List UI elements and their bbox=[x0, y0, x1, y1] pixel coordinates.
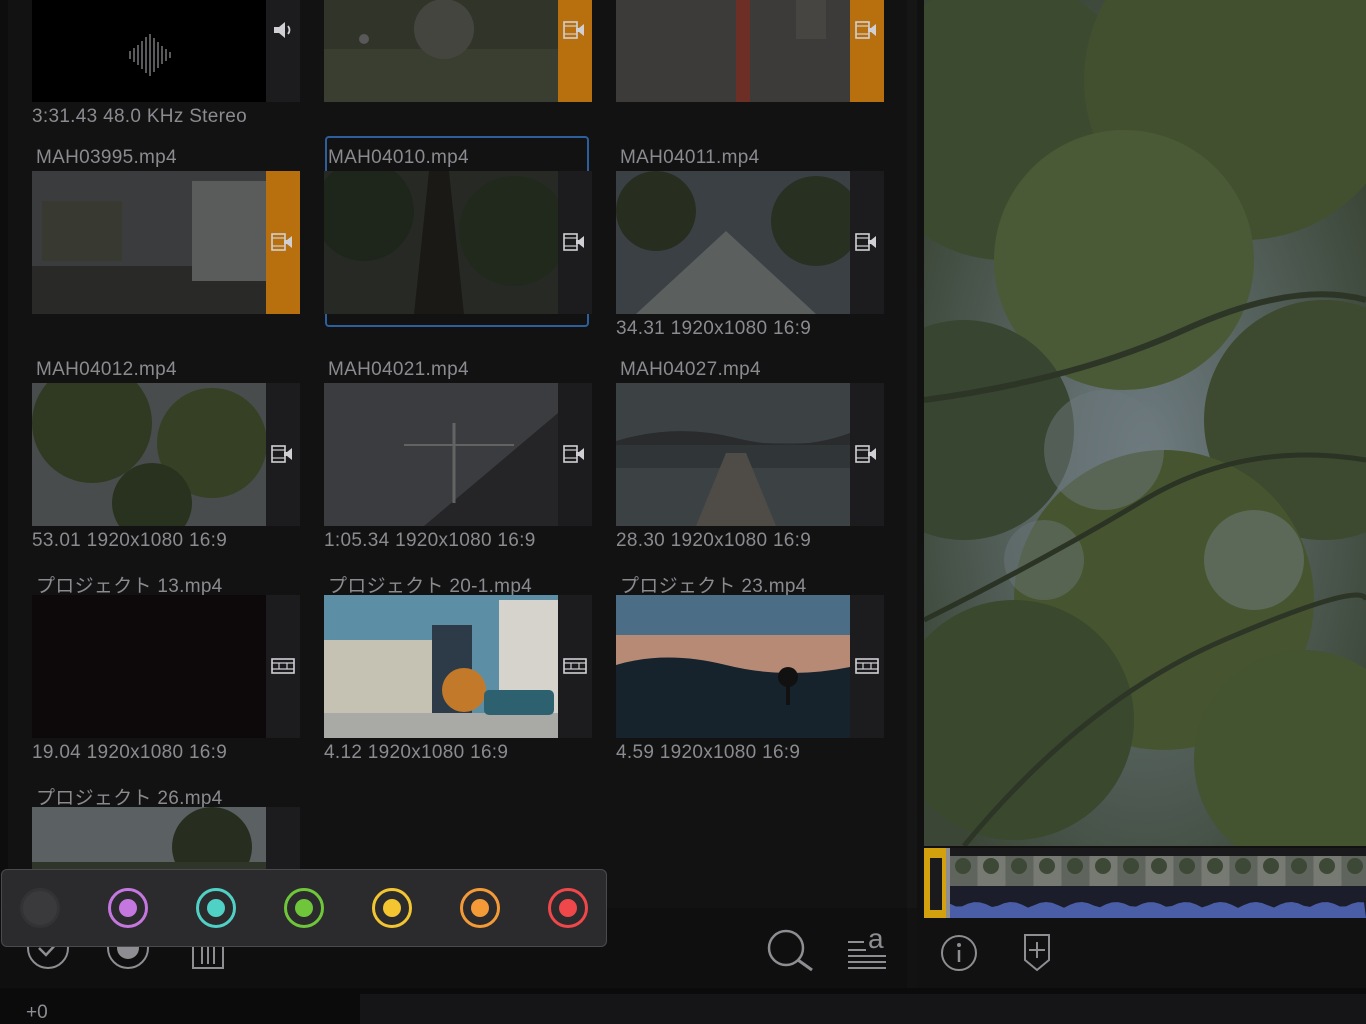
clip-item[interactable]: プロジェクト 13.mp4 19.04 1920x1080 16:9 bbox=[32, 571, 300, 763]
clip-item[interactable]: MAH04021.mp4 1:05.34 1920x1080 16:9 bbox=[324, 359, 592, 551]
clip-type-badge bbox=[850, 171, 884, 314]
viewer-frame bbox=[924, 0, 1366, 846]
color-swatch-none[interactable] bbox=[20, 888, 60, 928]
clip-thumbnail[interactable] bbox=[324, 171, 558, 314]
clip-thumbnail[interactable] bbox=[32, 383, 266, 526]
color-swatch-purple[interactable] bbox=[108, 888, 148, 928]
status-track bbox=[360, 994, 1366, 1024]
clip-type-badge bbox=[558, 595, 592, 738]
clip-thumbnail[interactable] bbox=[616, 383, 850, 526]
clip-item[interactable]: MAH04012.mp4 53.01 1920x1080 16:9 bbox=[32, 359, 300, 551]
color-dot bbox=[383, 899, 401, 917]
clip-type-badge bbox=[850, 595, 884, 738]
add-marker-icon[interactable] bbox=[1022, 932, 1052, 972]
clip-meta: 19.04 1920x1080 16:9 bbox=[32, 742, 228, 763]
color-dot bbox=[559, 899, 577, 917]
clip-meta: 28.30 1920x1080 16:9 bbox=[616, 530, 812, 551]
color-swatch-yellow[interactable] bbox=[372, 888, 412, 928]
color-swatch-red[interactable] bbox=[548, 888, 588, 928]
clip-browser: 3:31.43 48.0 KHz Stereo MAH03995.mp4 MAH04… bbox=[0, 0, 917, 988]
playhead[interactable] bbox=[946, 848, 950, 918]
clip-thumbnail[interactable] bbox=[324, 0, 558, 102]
sort-text-icon[interactable]: a bbox=[846, 924, 890, 970]
clip-thumbnail[interactable] bbox=[616, 0, 850, 102]
clip-name: プロジェクト 20-1.mp4 bbox=[328, 576, 533, 597]
search-icon[interactable] bbox=[766, 928, 816, 972]
clip-meta: 1:05.34 1920x1080 16:9 bbox=[324, 530, 536, 551]
clip-item[interactable]: MAH04027.mp4 28.30 1920x1080 16:9 bbox=[616, 359, 884, 551]
svg-text:a: a bbox=[868, 924, 884, 954]
clip-item[interactable]: MAH03995.mp4 bbox=[32, 147, 300, 337]
clip-item[interactable] bbox=[324, 0, 592, 125]
clip-item[interactable]: プロジェクト 20-1.mp4 4.12 1920x1080 16:9 bbox=[324, 571, 592, 763]
clip-name: MAH04011.mp4 bbox=[620, 147, 760, 168]
browser-edge bbox=[0, 0, 8, 988]
clip-meta: 34.31 1920x1080 16:9 bbox=[616, 318, 812, 339]
clip-type-badge bbox=[850, 0, 884, 102]
clip-type-badge bbox=[850, 383, 884, 526]
info-icon[interactable] bbox=[940, 934, 978, 972]
clip-thumbnail[interactable] bbox=[32, 595, 266, 738]
clip-meta: 53.01 1920x1080 16:9 bbox=[32, 530, 228, 551]
clip-type-badge bbox=[266, 383, 300, 526]
color-dot bbox=[207, 899, 225, 917]
clip-thumbnail[interactable] bbox=[616, 595, 850, 738]
status-bar: +0 bbox=[0, 988, 1366, 1024]
viewer-controls bbox=[924, 918, 1366, 988]
clip-type-badge bbox=[558, 0, 592, 102]
clip-type-badge bbox=[558, 383, 592, 526]
clip-name: プロジェクト 23.mp4 bbox=[620, 576, 807, 597]
clip-thumbnail[interactable] bbox=[32, 0, 266, 102]
color-swatch-teal[interactable] bbox=[196, 888, 236, 928]
color-dot bbox=[119, 899, 137, 917]
clip-item[interactable]: プロジェクト 23.mp4 4.59 1920x1080 16:9 bbox=[616, 571, 884, 763]
clip-type-badge bbox=[558, 171, 592, 314]
clip-meta: 4.12 1920x1080 16:9 bbox=[324, 742, 509, 763]
clip-thumbnail[interactable] bbox=[324, 383, 558, 526]
clip-type-badge bbox=[266, 595, 300, 738]
clip-meta: 3:31.43 48.0 KHz Stereo bbox=[32, 106, 247, 127]
color-swatch-green[interactable] bbox=[284, 888, 324, 928]
color-dot bbox=[295, 899, 313, 917]
timeline-scrubber[interactable] bbox=[924, 848, 1366, 918]
clip-meta: 4.59 1920x1080 16:9 bbox=[616, 742, 801, 763]
clip-name: MAH04027.mp4 bbox=[620, 359, 761, 380]
color-dot bbox=[471, 899, 489, 917]
clip-name: MAH04021.mp4 bbox=[328, 359, 469, 380]
browser-scrollbar[interactable] bbox=[907, 0, 917, 908]
clip-name: MAH04010.mp4 bbox=[328, 147, 469, 168]
clip-thumbnail[interactable] bbox=[616, 171, 850, 314]
clip-type-badge bbox=[266, 0, 300, 102]
clip-name: プロジェクト 26.mp4 bbox=[36, 788, 223, 809]
timeline-filmstrip bbox=[924, 848, 1366, 918]
clip-thumbnail[interactable] bbox=[32, 171, 266, 314]
color-swatch-orange[interactable] bbox=[460, 888, 500, 928]
clip-name: MAH03995.mp4 bbox=[36, 147, 177, 168]
clip-thumbnail[interactable] bbox=[324, 595, 558, 738]
clip-name: プロジェクト 13.mp4 bbox=[36, 576, 223, 597]
clip-name: MAH04012.mp4 bbox=[36, 359, 177, 380]
time-offset: +0 bbox=[26, 1002, 48, 1023]
clip-item[interactable] bbox=[616, 0, 884, 125]
clip-item[interactable]: 3:31.43 48.0 KHz Stereo bbox=[32, 0, 300, 127]
color-tag-palette bbox=[1, 869, 607, 947]
video-viewer[interactable] bbox=[924, 0, 1366, 846]
clip-item[interactable]: MAH04010.mp4 bbox=[324, 136, 592, 337]
clip-type-badge bbox=[266, 171, 300, 314]
clip-item[interactable]: MAH04011.mp4 34.31 1920x1080 16:9 bbox=[616, 147, 884, 339]
